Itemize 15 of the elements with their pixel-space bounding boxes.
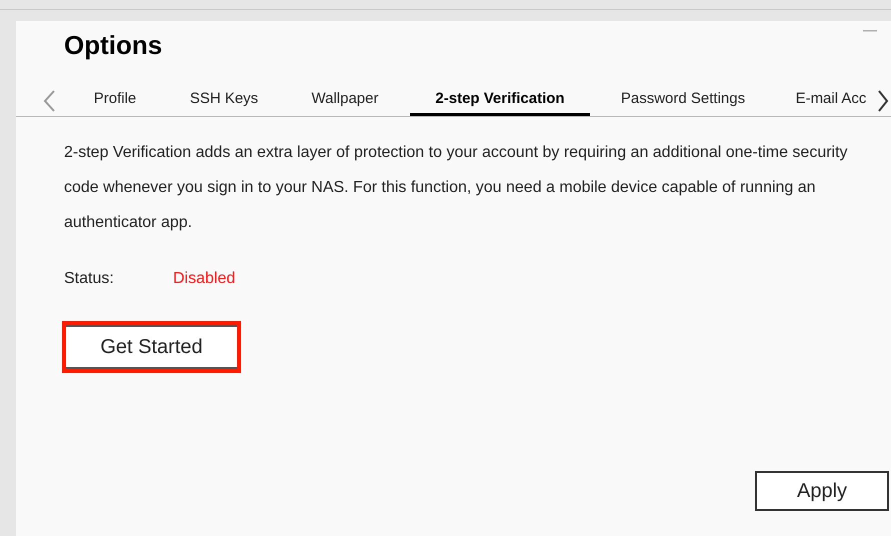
status-value: Disabled — [173, 269, 236, 289]
tab[interactable]: 2-step Verification — [410, 86, 590, 116]
minimize-icon[interactable] — [863, 29, 877, 33]
description-text: 2-step Verification adds an extra layer of protection to your account by requiring an additional one-time security code whenever you sign in to your NAS. For this function, you need a mobile device capable of running an authenticator app. — [64, 143, 849, 233]
tab[interactable]: Profile — [62, 86, 168, 116]
tab[interactable]: E-mail Acc — [776, 86, 886, 116]
tab[interactable]: SSH Keys — [168, 86, 280, 116]
chevron-right-icon[interactable] — [877, 89, 889, 113]
tab[interactable]: Password Settings — [590, 86, 776, 116]
apply-button[interactable]: Apply — [755, 471, 889, 511]
status-label: Status: — [64, 269, 115, 289]
get-started-button[interactable]: Get Started — [66, 325, 237, 369]
window-title: Options — [64, 29, 162, 61]
tab[interactable]: Wallpaper — [280, 86, 410, 116]
chevron-left-icon[interactable] — [42, 89, 56, 113]
